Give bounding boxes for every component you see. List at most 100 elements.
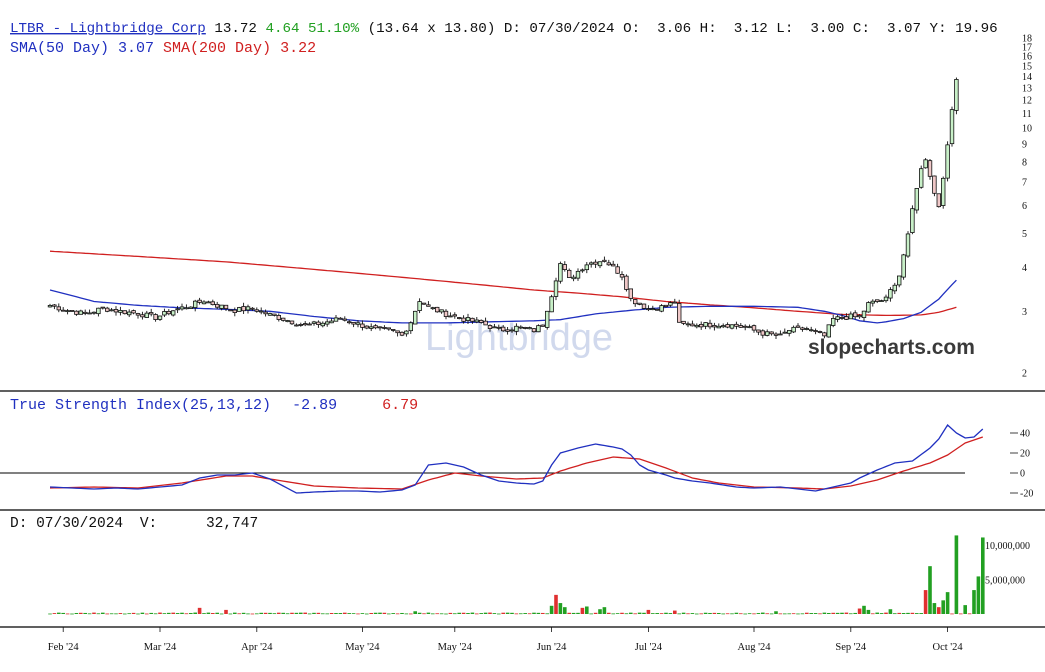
price-candle <box>606 259 611 266</box>
price-candle <box>619 271 625 281</box>
price-candle <box>127 309 132 318</box>
price-candle <box>324 318 330 327</box>
volume-bar <box>915 613 919 614</box>
volume-bar <box>739 613 743 615</box>
price-candle <box>105 306 110 313</box>
volume-bar <box>871 613 875 615</box>
price-candle <box>699 321 704 330</box>
volume-bar <box>444 613 448 615</box>
volume-bar <box>219 613 224 615</box>
price-candle <box>927 159 933 180</box>
volume-bar <box>453 613 457 615</box>
price-candle <box>716 323 721 329</box>
sma200-legend: SMA(200 Day) 3.22 <box>163 40 316 57</box>
price-candle <box>901 253 906 280</box>
price-candles <box>47 77 959 340</box>
price-candle <box>434 306 440 313</box>
price-candle <box>941 176 946 209</box>
price-candle <box>536 324 541 333</box>
price-candle <box>787 330 792 337</box>
price-moving-averages <box>49 250 957 324</box>
price-candle <box>954 77 959 115</box>
volume-bar <box>233 612 237 614</box>
price-candle <box>641 303 647 310</box>
volume-bar <box>554 594 558 614</box>
price-candle <box>624 274 629 292</box>
volume-bar <box>875 612 879 614</box>
symbol-link[interactable]: LTBR - Lightbridge Corp <box>10 21 206 37</box>
volume-bar <box>602 607 607 614</box>
volume-bar <box>637 612 642 614</box>
price-candle <box>690 320 695 327</box>
price-candle <box>888 287 893 302</box>
price-candle <box>408 321 413 334</box>
volume-bar <box>765 613 769 615</box>
price-candle <box>804 326 809 331</box>
volume-bar <box>409 613 413 615</box>
volume-bar <box>580 607 585 614</box>
price-candle <box>751 324 757 333</box>
volume-bar <box>145 613 149 615</box>
volume-bar <box>624 613 629 615</box>
price-candle <box>236 306 242 312</box>
price-candle <box>395 330 400 337</box>
volume-bar <box>976 576 981 614</box>
volume-bar <box>263 612 268 614</box>
price-candle <box>153 313 158 322</box>
volume-bar <box>761 612 765 614</box>
date-label: D: 07/30/2024 <box>504 21 615 37</box>
volume-plot: 5,000,000 10,000,000 <box>48 535 1030 615</box>
price-candle <box>131 309 136 315</box>
price-tick-label: 3 <box>1022 307 1027 318</box>
volume-bar <box>725 613 730 615</box>
price-candle <box>936 193 941 208</box>
volume-bar <box>950 613 954 615</box>
volume-bar <box>633 613 637 615</box>
price-candle <box>140 311 145 320</box>
tsi-legend: True Strength Index(25,13,12) -2.89 6.79 <box>10 397 418 414</box>
price-candle <box>932 175 937 197</box>
volume-bar <box>171 612 175 614</box>
price-candle <box>377 326 383 331</box>
price-candle <box>848 311 853 320</box>
volume-bar <box>593 612 598 614</box>
price-candle <box>188 306 193 309</box>
volume-bar <box>893 613 897 615</box>
volume-bar <box>395 613 400 615</box>
price-candle <box>549 294 554 313</box>
price-candle <box>773 332 779 340</box>
volume-bar <box>545 613 549 615</box>
chart-container: Lightbridge slopecharts.com 2 3 4 5 6 7 8 9 10 11… <box>0 0 1045 667</box>
price-tick-label: 14 <box>1022 72 1032 83</box>
volume-bar <box>923 590 928 614</box>
price-candle <box>782 328 787 334</box>
price-candle <box>694 323 699 329</box>
price-candle <box>298 322 303 327</box>
volume-bar <box>184 613 189 615</box>
volume-bar <box>629 612 633 614</box>
volume-bar <box>686 613 690 615</box>
price-candle <box>210 299 215 306</box>
volume-bar <box>255 613 259 615</box>
price-candle <box>923 158 928 169</box>
volume-bar <box>695 613 699 615</box>
volume-bar <box>690 613 695 614</box>
price-candle <box>633 298 638 307</box>
price-tick-label: 15 <box>1022 61 1032 72</box>
price-candle <box>681 320 686 326</box>
price-candle <box>910 205 915 235</box>
price-candle <box>853 310 858 320</box>
price-candle <box>628 288 633 302</box>
price-candle <box>373 324 378 330</box>
volume-bar <box>149 612 153 614</box>
volume-bar <box>510 612 514 614</box>
volume-bar <box>897 612 901 614</box>
volume-bar <box>378 612 382 614</box>
volume-bar <box>813 613 818 614</box>
volume-bar <box>699 613 703 615</box>
volume-bar <box>417 612 422 614</box>
volume-bar <box>488 612 492 614</box>
volume-bar <box>422 613 426 615</box>
volume-bar <box>659 613 664 615</box>
price-candle <box>118 306 123 316</box>
